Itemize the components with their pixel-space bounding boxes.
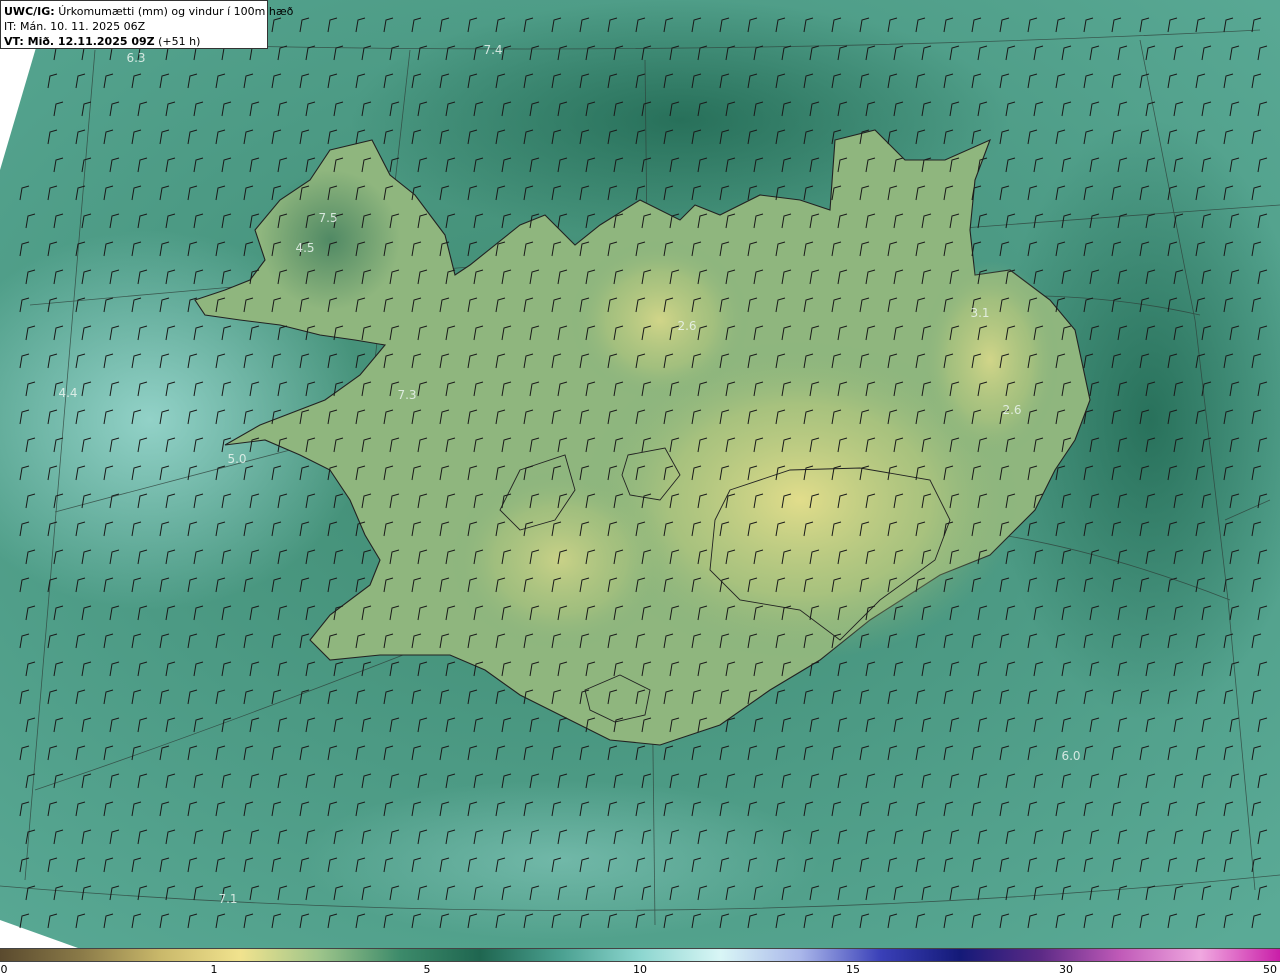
value-label: 7.4 (483, 43, 503, 57)
value-label: 7.5 (318, 211, 338, 225)
value-label: 7.3 (397, 388, 417, 402)
colorbar-tick: 30 (1059, 963, 1073, 976)
value-label: 4.5 (295, 241, 315, 255)
value-label: 4.4 (58, 386, 78, 400)
value-label: 6.3 (126, 51, 146, 65)
south-mid-area (300, 780, 820, 940)
forecast-offset: (+51 h) (158, 35, 201, 48)
colorbar-tick: 10 (633, 963, 647, 976)
colorbar-tick: 0 (0, 963, 8, 976)
colorbar-tick: 15 (846, 963, 860, 976)
colorbar-strip (0, 948, 1280, 962)
value-label: 6.0 (1061, 749, 1081, 763)
value-label: 2.6 (677, 319, 697, 333)
value-label: 2.6 (1002, 403, 1022, 417)
colorbar: 0 1 5 10 15 30 50 (0, 948, 1280, 978)
colorbar-tick: 5 (423, 963, 431, 976)
value-label: 7.1 (218, 892, 238, 906)
model-name: UWC/IG: (4, 5, 55, 18)
value-label: 5.0 (227, 452, 247, 466)
colorbar-tick: 50 (1263, 963, 1277, 976)
weather-map (0, 0, 1280, 948)
value-label: 3.1 (970, 306, 990, 320)
map-title: Úrkomumætti (mm) og vindur í 100m hæð (58, 5, 294, 18)
initial-time: IT: Mán. 10. 11. 2025 06Z (4, 20, 146, 33)
colorbar-tick: 1 (210, 963, 218, 976)
valid-time: VT: Mið. 12.11.2025 09Z (4, 35, 155, 48)
map-title-box: UWC/IG: Úrkomumætti (mm) og vindur í 100… (0, 0, 293, 49)
